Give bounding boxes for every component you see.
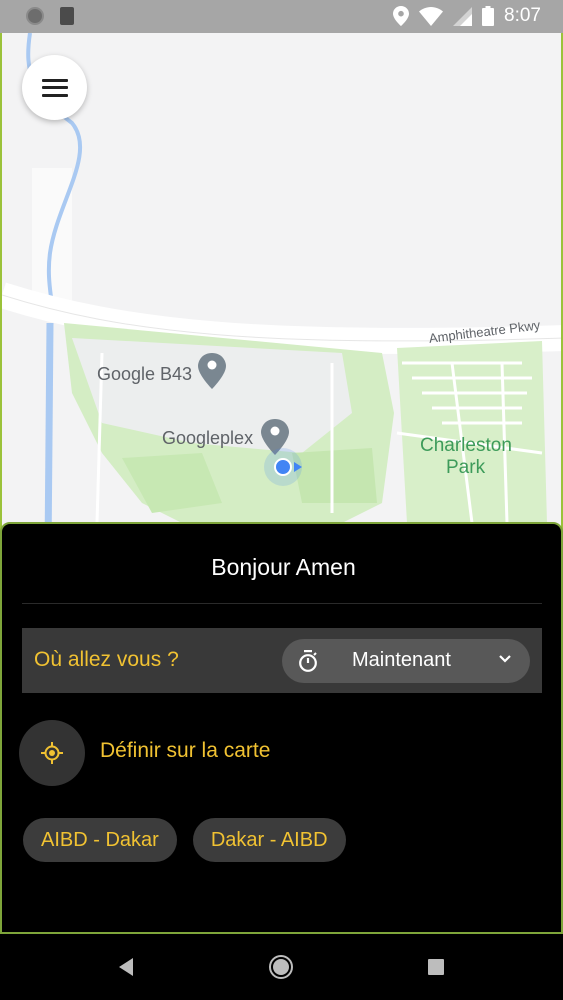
map-view[interactable]: Google B43 Googleplex Charleston Park Am… [0,33,563,553]
map-label-google-b43: Google B43 [97,364,193,384]
current-location-marker [264,448,302,486]
home-icon[interactable] [268,954,294,980]
gps-target-icon [41,742,63,764]
sd-card-icon [60,7,74,25]
departure-time-selector[interactable]: Maintenant [282,639,530,683]
greeting-text: Bonjour Amen [211,554,356,580]
set-on-map-option[interactable]: Définir sur la carte [19,720,419,786]
gps-target-button[interactable] [19,720,85,786]
map-label-googleplex: Googleplex [162,428,254,448]
destination-search-bar[interactable]: Où allez vous ? Maintenant [22,628,542,693]
departure-time-value: Maintenant [352,649,451,671]
map-label-charleston-line1: Charleston [420,435,512,456]
shortcut-chips: AIBD - Dakar Dakar - AIBD [23,818,346,862]
status-bar: 8:07 [0,0,563,33]
hamburger-menu-icon [41,78,68,97]
status-time: 8:07 [504,5,541,26]
map-label-charleston-line2: Park [446,457,486,478]
shortcut-chip-aibd-dakar[interactable]: AIBD - Dakar [23,818,177,862]
bottom-sheet: Bonjour Amen Où allez vous ? Maintenant [0,522,563,934]
shortcut-chip-dakar-aibd[interactable]: Dakar - AIBD [192,818,346,862]
signal-icon [453,6,473,26]
menu-button[interactable] [22,55,87,120]
divider [22,603,542,604]
recent-apps-icon[interactable] [428,959,444,975]
destination-prompt[interactable]: Où allez vous ? [34,648,179,672]
battery-icon [482,6,495,26]
chevron-down-icon [499,655,511,663]
set-on-map-label[interactable]: Définir sur la carte [100,739,270,763]
location-icon [393,6,410,26]
circle-icon [26,7,44,25]
wifi-icon [419,6,444,26]
timer-icon [299,650,317,672]
back-icon[interactable] [117,957,135,977]
map-label-charleston-park: Charleston Park [420,435,512,479]
navigation-bar [0,934,563,1000]
